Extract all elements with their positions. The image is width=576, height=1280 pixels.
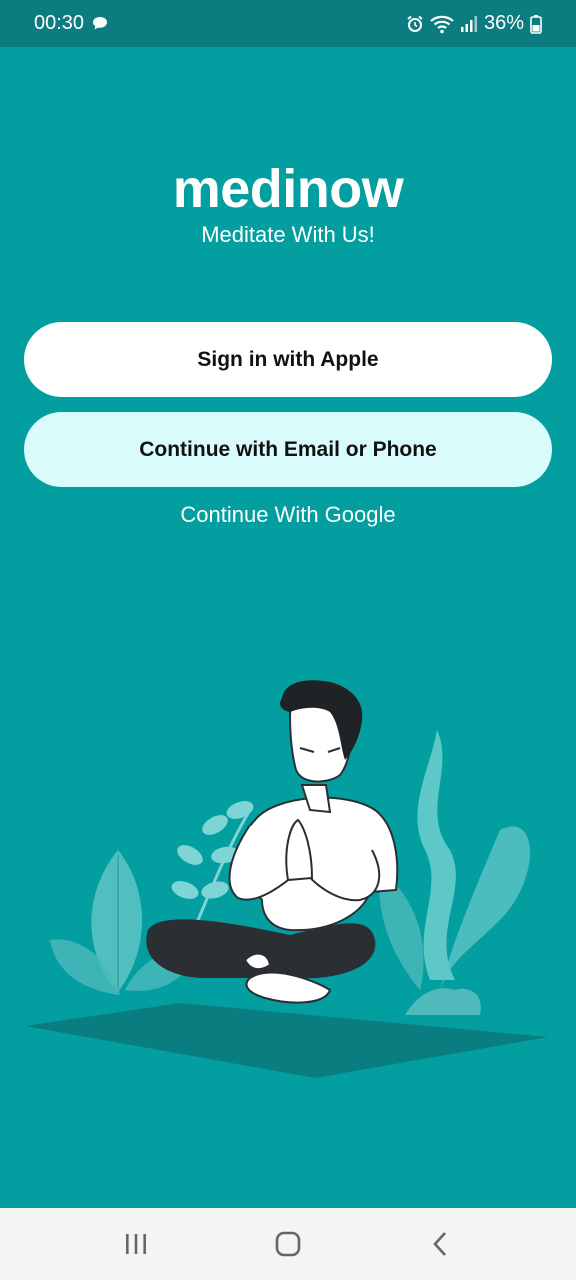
chat-bubble-icon [92, 16, 108, 31]
wifi-icon [430, 14, 454, 34]
login-screen: 00:30 36% medinow Meditate With Us! Sign… [0, 0, 576, 1280]
brand-header: medinow Meditate With Us! [0, 160, 576, 248]
status-time: 00:30 [34, 12, 85, 34]
recent-apps-icon[interactable] [106, 1219, 166, 1269]
battery-icon [530, 14, 542, 34]
back-icon[interactable] [410, 1219, 470, 1269]
meditation-illustration [0, 660, 576, 1100]
continue-google-link[interactable]: Continue With Google [0, 502, 576, 528]
app-name: medinow [172, 159, 404, 219]
sign-in-apple-button[interactable]: Sign in with Apple [24, 322, 552, 397]
battery-percent: 36% [483, 12, 524, 34]
tagline: Meditate With Us! [201, 222, 375, 247]
continue-email-phone-button[interactable]: Continue with Email or Phone [24, 412, 552, 487]
status-bar: 00:30 36% [0, 0, 576, 47]
status-left: 00:30 [34, 12, 108, 35]
status-right: 36% [406, 12, 542, 35]
signal-icon [460, 15, 478, 33]
home-icon[interactable] [258, 1219, 318, 1269]
alarm-icon [406, 15, 424, 33]
system-nav-bar [0, 1208, 576, 1280]
